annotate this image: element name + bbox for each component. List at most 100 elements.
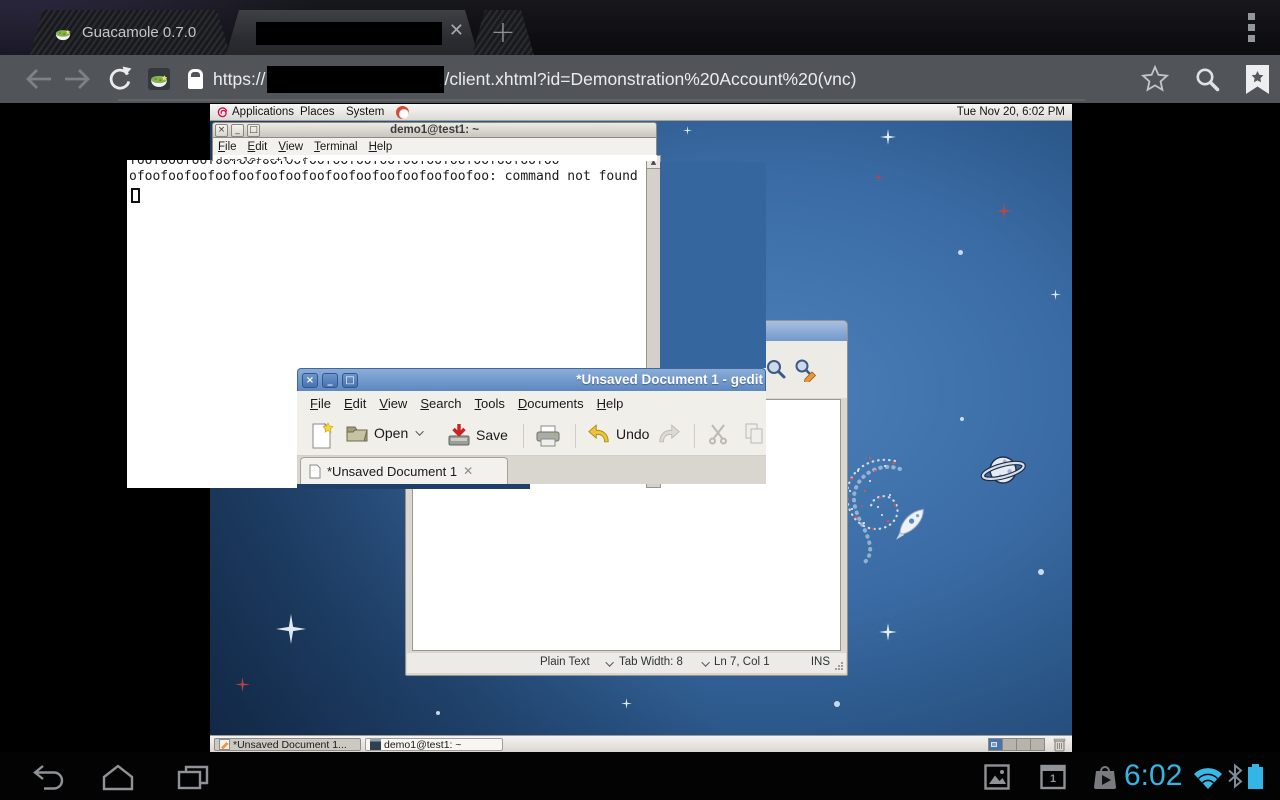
gedit-window-front[interactable]: × _ □ *Unsaved Document 1 - gedit File E… bbox=[297, 368, 766, 489]
android-clock[interactable]: 6:02 bbox=[1124, 759, 1182, 793]
menu-terminal[interactable]: Terminal bbox=[314, 141, 357, 153]
android-screen: Guacamole 0.7.0 ✕ + https: bbox=[0, 0, 1280, 800]
panel-menu-system[interactable]: System bbox=[346, 106, 384, 118]
replace-icon[interactable] bbox=[794, 358, 818, 387]
calendar-notification-icon[interactable]: 1 bbox=[1040, 764, 1066, 790]
print-icon bbox=[535, 425, 561, 447]
dropdown-chevron-icon bbox=[605, 658, 613, 666]
star-dot bbox=[834, 701, 840, 707]
calendar-day-glyph: 1 bbox=[1040, 773, 1066, 785]
taskbar-button-gedit[interactable]: *Unsaved Document 1... bbox=[214, 738, 361, 751]
star-sparkle bbox=[996, 203, 1012, 219]
browser-tab-active[interactable]: ✕ bbox=[226, 10, 478, 55]
star-sparkle bbox=[874, 173, 883, 182]
workspace-1[interactable] bbox=[988, 738, 1003, 751]
redo-button-disabled[interactable] bbox=[657, 423, 681, 444]
close-tab-icon[interactable]: ✕ bbox=[449, 20, 464, 41]
menu-tools[interactable]: Tools bbox=[475, 396, 505, 411]
window-maximize-icon[interactable]: □ bbox=[342, 373, 358, 388]
overflow-menu-icon[interactable] bbox=[1248, 13, 1256, 46]
debian-swirl-icon[interactable] bbox=[216, 106, 229, 122]
url-prefix: https:// bbox=[213, 69, 266, 90]
wifi-icon bbox=[1192, 764, 1224, 791]
window-minimize-icon[interactable]: _ bbox=[322, 373, 338, 388]
open-button[interactable]: Open bbox=[345, 423, 424, 443]
terminal-cursor bbox=[131, 188, 140, 203]
terminal-output-line: foofooofoofoofoofoofoofoofoofoofoofoofoo… bbox=[129, 160, 646, 169]
new-tab-button[interactable]: + bbox=[472, 10, 534, 55]
redacted-tab-title bbox=[256, 22, 442, 45]
android-back-icon[interactable] bbox=[30, 763, 68, 791]
document-tab[interactable]: *Unsaved Document 1 ✕ bbox=[300, 457, 508, 484]
rocket-art bbox=[892, 506, 932, 540]
workspace-4[interactable] bbox=[1030, 738, 1045, 751]
document-page-icon bbox=[309, 464, 321, 479]
workspace-3[interactable] bbox=[1016, 738, 1031, 751]
url-field[interactable]: https:// /client.xhtml?id=Demonstration%… bbox=[213, 55, 856, 103]
language-selector[interactable]: Plain Text bbox=[540, 656, 590, 668]
vnc-remote-display[interactable]: Applications Places System Tue Nov 20, 6… bbox=[210, 104, 1072, 752]
panel-menu-places[interactable]: Places bbox=[300, 106, 335, 118]
play-store-notification-icon[interactable] bbox=[1092, 763, 1118, 791]
menu-help[interactable]: Help bbox=[597, 396, 624, 411]
star-sparkle bbox=[879, 623, 897, 641]
forward-icon[interactable] bbox=[62, 67, 92, 91]
menu-view[interactable]: View bbox=[379, 396, 407, 411]
star-sparkle bbox=[235, 677, 250, 692]
browser-tab-strip: Guacamole 0.7.0 ✕ + bbox=[0, 0, 1280, 55]
back-icon[interactable] bbox=[24, 67, 54, 91]
terminal-titlebar[interactable]: × _ □ demo1@test1: ~ bbox=[212, 122, 657, 138]
bookmark-star-icon[interactable] bbox=[1141, 65, 1169, 92]
redacted-url-host bbox=[267, 66, 444, 93]
star-dot bbox=[958, 250, 963, 255]
search-icon[interactable] bbox=[1194, 66, 1221, 93]
workspace-2[interactable] bbox=[1002, 738, 1017, 751]
page-favicon-guacamole-icon bbox=[148, 68, 170, 90]
menu-view[interactable]: View bbox=[278, 141, 303, 153]
refresh-icon[interactable] bbox=[106, 65, 133, 92]
gnome-desktop[interactable]: Plain Text Tab Width: 8 Ln 7, Col 1 INS … bbox=[210, 121, 1072, 735]
menu-documents[interactable]: Documents bbox=[518, 396, 584, 411]
close-document-tab-icon[interactable]: ✕ bbox=[463, 464, 473, 478]
menu-file[interactable]: File bbox=[310, 396, 331, 411]
save-button[interactable]: Save bbox=[447, 423, 508, 446]
android-recents-icon[interactable] bbox=[175, 763, 211, 791]
android-home-icon[interactable] bbox=[100, 763, 136, 791]
taskbar-button-terminal[interactable]: demo1@test1: ~ bbox=[365, 738, 503, 751]
help-life-preserver-icon[interactable] bbox=[396, 106, 409, 119]
save-icon bbox=[447, 423, 471, 446]
find-icon[interactable] bbox=[765, 358, 787, 385]
print-button[interactable] bbox=[535, 425, 561, 447]
battery-icon bbox=[1248, 767, 1263, 789]
resize-grip[interactable] bbox=[834, 661, 843, 670]
tab-title: Guacamole 0.7.0 bbox=[82, 24, 196, 41]
terminal-icon bbox=[370, 739, 381, 750]
gedit-window-title: *Unsaved Document 1 - gedit bbox=[576, 372, 763, 387]
new-document-button[interactable] bbox=[310, 422, 336, 449]
menu-edit[interactable]: Edit bbox=[248, 141, 268, 153]
terminal-prompt-sliver: demo1@test1:~$ bbox=[212, 155, 657, 161]
cut-button-disabled[interactable] bbox=[707, 423, 729, 445]
panel-clock[interactable]: Tue Nov 20, 6:02 PM bbox=[957, 106, 1065, 118]
menu-search[interactable]: Search bbox=[420, 396, 461, 411]
menu-help[interactable]: Help bbox=[369, 141, 393, 153]
terminal-window[interactable]: × _ □ demo1@test1: ~ File Edit View Term… bbox=[212, 122, 657, 161]
bookmarks-icon[interactable] bbox=[1245, 64, 1270, 95]
copy-button-disabled[interactable] bbox=[744, 423, 766, 445]
selected-tab-strip bbox=[297, 484, 530, 489]
gedit-icon bbox=[219, 739, 230, 750]
guacamole-favicon-icon bbox=[54, 24, 72, 42]
gallery-notification-icon[interactable] bbox=[984, 764, 1010, 790]
panel-menu-applications[interactable]: Applications bbox=[232, 106, 294, 118]
gedit-titlebar[interactable]: × _ □ *Unsaved Document 1 - gedit bbox=[297, 368, 766, 391]
cut-scissors-icon bbox=[707, 423, 729, 445]
menu-edit[interactable]: Edit bbox=[344, 396, 366, 411]
gnome-top-panel: Applications Places System Tue Nov 20, 6… bbox=[210, 104, 1072, 121]
copy-icon bbox=[744, 423, 766, 445]
window-close-icon[interactable]: × bbox=[302, 373, 318, 388]
browser-tab-guacamole[interactable]: Guacamole 0.7.0 bbox=[30, 10, 230, 55]
star-dot bbox=[1038, 569, 1044, 575]
undo-button[interactable]: Undo bbox=[587, 423, 649, 444]
tab-width-selector[interactable]: Tab Width: 8 bbox=[619, 656, 683, 668]
menu-file[interactable]: File bbox=[218, 141, 237, 153]
